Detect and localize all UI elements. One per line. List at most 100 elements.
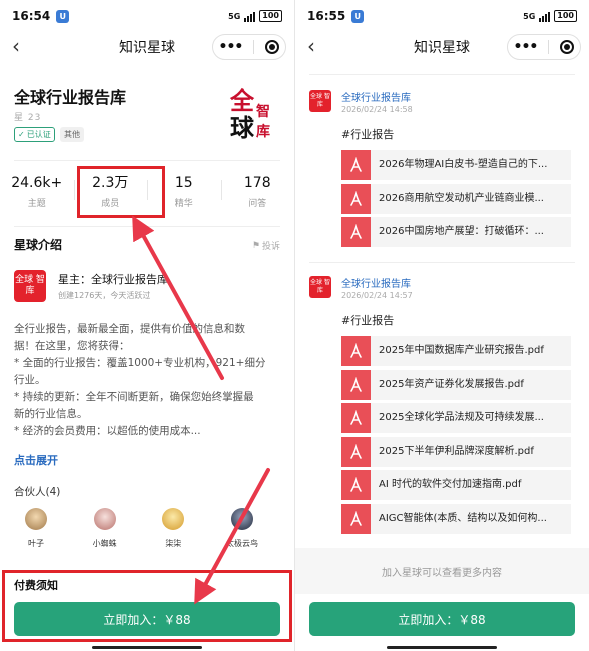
partner-item[interactable]: 小蜘蛛: [83, 508, 127, 549]
stat-value: 24.6k+: [11, 175, 63, 191]
back-chevron-icon[interactable]: ‹: [12, 36, 20, 56]
pdf-file-item[interactable]: 2025年资产证券化发展报告.pdf: [341, 369, 571, 400]
pdf-file-item[interactable]: 2025下半年伊利品牌深度解析.pdf: [341, 436, 571, 467]
pdf-file-icon: [341, 150, 371, 180]
partner-name: 柒柒: [165, 539, 182, 548]
flag-icon: ⚑: [251, 240, 260, 251]
author-avatar[interactable]: 全球 智库: [309, 90, 331, 112]
owner-meta: 创建1276天，今天活跃过: [58, 291, 151, 300]
planet-id: 星 23: [14, 113, 42, 123]
partner-avatar: [230, 508, 253, 530]
stat-value: 15: [174, 175, 193, 191]
file-list: 2025年中国数据库产业研究报告.pdf 2025年资产证券化发展报告.pdf …: [341, 336, 571, 537]
planet-intro-screen: 16:54 U 5G 100 ‹ 知识星球 ••• 全球行业报告库 星 23 ✓…: [0, 0, 294, 651]
author-name[interactable]: 全球行业报告库: [341, 89, 411, 104]
status-right: 5G 100: [523, 10, 577, 22]
file-name: AIGC智能体(本质、结构以及如何构...: [379, 512, 547, 524]
stat-value: 178: [243, 175, 271, 191]
stat-qa[interactable]: 178 问答: [220, 170, 295, 220]
divider: [309, 262, 575, 263]
miniprogram-capsule: •••: [212, 34, 286, 60]
miniprogram-capsule: •••: [507, 34, 581, 60]
more-dots-icon[interactable]: •••: [514, 40, 539, 54]
network-label: 5G: [523, 11, 536, 21]
file-name: 2025年资产证券化发展报告.pdf: [379, 378, 524, 390]
partners-title: 合伙人(4): [14, 486, 61, 498]
battery-icon: 100: [554, 10, 577, 22]
capsule-divider: [253, 40, 255, 54]
stat-label: 问答: [248, 199, 267, 209]
pdf-file-item[interactable]: AI 时代的软件交付加速指南.pdf: [341, 470, 571, 500]
planet-logo: 全 球 智 库: [226, 84, 270, 140]
stat-value: 2.3万: [92, 175, 129, 191]
planet-name: 全球行业报告库: [14, 88, 127, 107]
network-label: 5G: [228, 11, 241, 21]
post-date: 2026/02/24 14:57: [341, 291, 413, 300]
pdf-file-icon: [341, 403, 371, 433]
pdf-file-item[interactable]: 2026年物理AI白皮书-塑造自己的下...: [341, 150, 571, 180]
pdf-file-icon: [341, 183, 371, 214]
pdf-file-item[interactable]: 2025全球化学品法规及可持续发展...: [341, 403, 571, 433]
signal-icon: [244, 11, 256, 22]
post-hashtag[interactable]: #行业报告: [341, 312, 394, 328]
file-list: 2026年物理AI白皮书-塑造自己的下... 2026商用航空发动机产业链商业模…: [341, 150, 571, 251]
file-name: 2026年物理AI白皮书-塑造自己的下...: [379, 159, 548, 170]
author-name[interactable]: 全球行业报告库: [341, 275, 411, 290]
logo-char-quan: 全: [229, 86, 255, 115]
join-button[interactable]: 立即加入：￥88: [309, 602, 575, 636]
pdf-file-item[interactable]: 2026商用航空发动机产业链商业模...: [341, 183, 571, 214]
intro-line: * 持续的更新：全年不间断更新，确保您始终掌握最: [14, 391, 254, 403]
pdf-file-icon: [341, 369, 371, 400]
partner-avatar: [25, 508, 47, 530]
intro-line: * 经济的会员费用：以超低的使用成本...: [14, 425, 201, 437]
nav-title: 知识星球: [119, 40, 175, 56]
logo-char-qiu: 球: [230, 113, 255, 140]
stat-label: 精华: [174, 199, 193, 209]
file-name: 2025年中国数据库产业研究报告.pdf: [379, 345, 544, 356]
pdf-file-item[interactable]: AIGC智能体(本质、结构以及如何构...: [341, 503, 571, 534]
battery-icon: 100: [259, 10, 282, 22]
pdf-file-item[interactable]: 2025年中国数据库产业研究报告.pdf: [341, 336, 571, 366]
partner-name: 小蜘蛛: [92, 539, 117, 548]
post-date: 2026/02/24 14:58: [341, 105, 413, 114]
partner-avatar: [93, 508, 116, 530]
stat-label: 主题: [27, 199, 46, 209]
close-miniprogram-icon[interactable]: [265, 40, 280, 54]
status-bar: 16:55 U 5G 100: [295, 0, 589, 32]
payment-notice-title: 付费须知: [14, 579, 58, 592]
nav-bar: ‹ 知识星球 •••: [295, 32, 589, 62]
author-avatar[interactable]: 全球 智库: [309, 276, 331, 298]
intro-line: 新的行业信息。: [14, 408, 88, 420]
partner-item[interactable]: 叶子: [14, 508, 58, 549]
expand-link[interactable]: 点击展开: [14, 452, 58, 468]
owner-name: 星主：全球行业报告库: [58, 273, 168, 286]
screenshot-root: 16:54 U 5G 100 ‹ 知识星球 ••• 全球行业报告库 星 23 ✓…: [0, 0, 589, 651]
back-chevron-icon[interactable]: ‹: [307, 36, 315, 56]
planet-feed-screen: 16:55 U 5G 100 ‹ 知识星球 ••• 全球 智库 全球行业报告库 …: [295, 0, 589, 651]
partner-item[interactable]: 柒柒: [151, 508, 195, 549]
verified-badge: ✓ 已认证: [14, 127, 55, 142]
partner-name: 太极云鸟: [225, 539, 258, 548]
verified-label: 已认证: [26, 130, 51, 139]
join-button[interactable]: 立即加入：￥88: [14, 602, 280, 636]
post-hashtag[interactable]: #行业报告: [341, 126, 394, 142]
partner-avatar: [162, 508, 185, 530]
partner-item[interactable]: 太极云鸟: [220, 508, 264, 549]
report-link[interactable]: ⚑ 投诉: [251, 239, 280, 253]
status-time: 16:55: [307, 9, 346, 23]
intro-line: 据！在这里，您将获得：: [14, 340, 130, 352]
owner-avatar[interactable]: 全球 智库: [14, 270, 46, 302]
intro-text: 全行业报告，最新最全面，提供有价值的信息和数 据！在这里，您将获得： * 全面的…: [14, 321, 282, 440]
pdf-file-item[interactable]: 2026中国房地产展望：打破循环：...: [341, 217, 571, 247]
close-miniprogram-icon[interactable]: [560, 40, 575, 54]
more-dots-icon[interactable]: •••: [219, 40, 244, 54]
file-name: 2026商用航空发动机产业链商业模...: [379, 192, 544, 204]
status-right: 5G 100: [228, 10, 282, 22]
signal-icon: [539, 11, 551, 22]
stat-topics[interactable]: 24.6k+ 主题: [0, 170, 74, 220]
stat-members[interactable]: 2.3万 成员: [73, 170, 148, 220]
shield-check-icon: ✓: [18, 130, 25, 139]
partner-name: 叶子: [28, 539, 44, 548]
stat-featured[interactable]: 15 精华: [147, 170, 221, 220]
nav-bar: ‹ 知识星球 •••: [0, 32, 294, 62]
